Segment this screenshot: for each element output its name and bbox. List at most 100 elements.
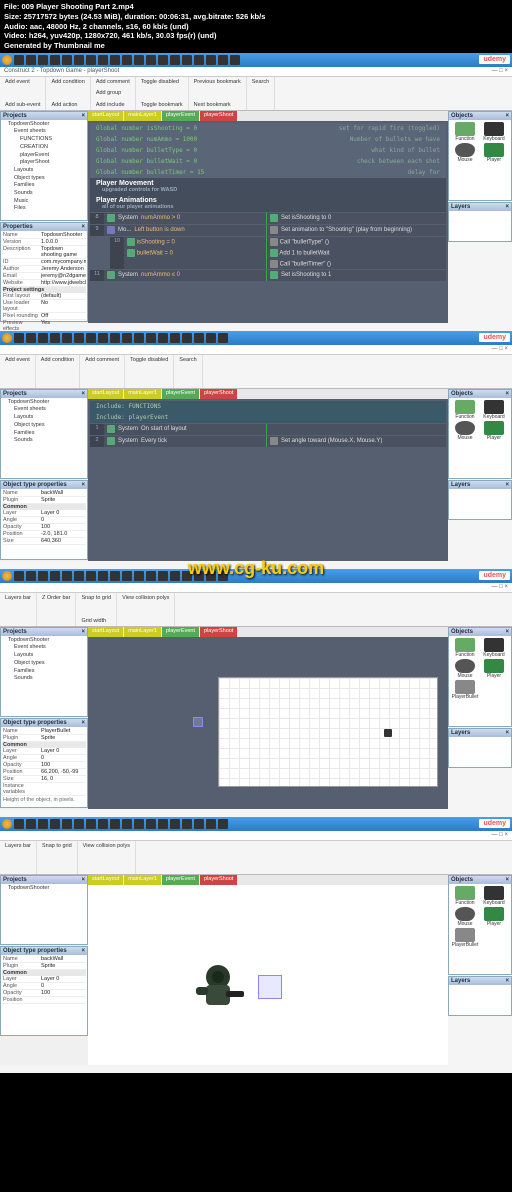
close-icon[interactable]: × <box>505 391 509 397</box>
ribbon-toggle-bookmark[interactable]: Toggle bookmark <box>139 101 185 109</box>
player-sprite[interactable] <box>384 729 392 737</box>
taskbar-app-icon[interactable] <box>158 333 168 343</box>
ribbon-search[interactable]: Search <box>250 78 271 86</box>
layout-canvas[interactable] <box>88 637 448 797</box>
taskbar-app-icon[interactable] <box>170 333 180 343</box>
close-icon[interactable]: × <box>81 482 85 488</box>
selected-sprite[interactable] <box>258 975 282 999</box>
obj-function[interactable]: Function <box>451 122 479 142</box>
close-icon[interactable]: × <box>505 730 509 736</box>
project-tree[interactable]: TopdownShooter Event sheets Layouts Obje… <box>1 636 87 684</box>
close-icon[interactable]: × <box>505 629 509 635</box>
taskbar-app-icon[interactable] <box>14 333 24 343</box>
taskbar-app-icon[interactable] <box>38 55 48 65</box>
ribbon-next-bm[interactable]: Next bookmark <box>192 101 243 109</box>
taskbar-app-icon[interactable] <box>74 55 84 65</box>
close-icon[interactable]: × <box>505 204 509 210</box>
tab-startlayout[interactable]: startLayout <box>88 111 123 121</box>
taskbar-app-icon[interactable] <box>98 55 108 65</box>
taskbar-app-icon[interactable] <box>50 55 60 65</box>
taskbar-app-icon[interactable] <box>26 333 36 343</box>
taskbar-app-icon[interactable] <box>146 55 156 65</box>
close-icon[interactable]: × <box>81 720 85 726</box>
taskbar-app-icon[interactable] <box>50 333 60 343</box>
taskbar-app-icon[interactable] <box>230 55 240 65</box>
taskbar-app-icon[interactable] <box>182 333 192 343</box>
close-icon[interactable]: × <box>81 877 85 883</box>
obj-keyboard[interactable]: Keyboard <box>480 122 508 142</box>
window-controls[interactable]: — □ × <box>492 346 508 353</box>
taskbar-app-icon[interactable] <box>14 55 24 65</box>
ribbon-add-include[interactable]: Add include <box>94 101 132 109</box>
window-controls[interactable]: — □ × <box>492 832 508 839</box>
taskbar-app-icon[interactable] <box>194 333 204 343</box>
ribbon-prev-bm[interactable]: Previous bookmark <box>192 78 243 86</box>
ribbon-add-subevent[interactable]: Add sub-event <box>3 101 42 109</box>
project-tree[interactable]: TopdownShooter Event sheets Layouts Obje… <box>1 398 87 446</box>
close-icon[interactable]: × <box>81 113 85 119</box>
taskbar-app-icon[interactable] <box>98 333 108 343</box>
tree-item[interactable]: CREATION <box>2 144 86 152</box>
event-sheet[interactable]: Global number isShooting = 0set for rapi… <box>88 121 448 284</box>
close-icon[interactable]: × <box>81 224 85 230</box>
tab-mainlayer1[interactable]: mainLayer1 <box>124 111 161 121</box>
taskbar-app-icon[interactable] <box>26 55 36 65</box>
taskbar-app-icon[interactable] <box>110 55 120 65</box>
ribbon-add-group[interactable]: Add group <box>94 89 132 97</box>
taskbar-app-icon[interactable] <box>218 55 228 65</box>
taskbar-app-icon[interactable] <box>122 333 132 343</box>
window-controls[interactable]: — □ × <box>492 68 508 75</box>
close-icon[interactable]: × <box>81 629 85 635</box>
taskbar-app-icon[interactable] <box>194 55 204 65</box>
tree-item[interactable]: Families <box>2 182 86 190</box>
start-icon[interactable] <box>2 55 12 65</box>
ribbon-add-condition[interactable]: Add condition <box>49 78 86 86</box>
obj-player[interactable]: Player <box>480 143 508 163</box>
start-icon[interactable] <box>2 333 12 343</box>
player-sprite-large[interactable] <box>188 955 248 1015</box>
taskbar-app-icon[interactable] <box>134 55 144 65</box>
taskbar-app-icon[interactable] <box>86 55 96 65</box>
event-row[interactable]: 10 isShooting = 0 bulletWait = 0 Call "b… <box>110 237 446 269</box>
tree-item[interactable]: playerShoot <box>2 159 86 167</box>
close-icon[interactable]: × <box>505 877 509 883</box>
tree-item[interactable]: Music <box>2 198 86 206</box>
objects-grid[interactable]: Function Keyboard Mouse Player <box>449 120 511 165</box>
event-row[interactable]: 1 SystemOn start of layout <box>90 424 446 435</box>
taskbar-app-icon[interactable] <box>38 333 48 343</box>
close-icon[interactable]: × <box>505 482 509 488</box>
ribbon-add-action[interactable]: Add action <box>49 101 86 109</box>
taskbar-app-icon[interactable] <box>182 55 192 65</box>
taskbar-app-icon[interactable] <box>62 333 72 343</box>
taskbar-app-icon[interactable] <box>218 333 228 343</box>
start-icon[interactable] <box>2 571 12 581</box>
taskbar-app-icon[interactable] <box>110 333 120 343</box>
project-tree[interactable]: TopdownShooter Event sheets FUNCTIONS CR… <box>1 120 87 214</box>
tree-item[interactable]: Sounds <box>2 190 86 198</box>
tab-playershoot[interactable]: playerShoot <box>200 111 237 121</box>
taskbar-app-icon[interactable] <box>86 333 96 343</box>
ribbon-add-comment[interactable]: Add comment <box>94 78 132 86</box>
event-row[interactable]: 2 SystemEvery tick Set angle toward (Mou… <box>90 436 446 447</box>
close-icon[interactable]: × <box>81 948 85 954</box>
event-row[interactable]: 9 Mo...Left button is down Set animation… <box>90 225 446 236</box>
taskbar-app-icon[interactable] <box>206 55 216 65</box>
tree-item[interactable]: Object types <box>2 175 86 183</box>
layout-canvas[interactable] <box>88 885 448 1065</box>
taskbar-app-icon[interactable] <box>206 333 216 343</box>
taskbar-app-icon[interactable] <box>170 55 180 65</box>
tree-item[interactable]: Layouts <box>2 167 86 175</box>
tree-item[interactable]: Files <box>2 205 86 213</box>
selected-sprite[interactable] <box>193 717 203 727</box>
window-controls[interactable]: — □ × <box>492 584 508 591</box>
tab-playerevent[interactable]: playerEvent <box>162 111 199 121</box>
taskbar-app-icon[interactable] <box>122 55 132 65</box>
tree-item[interactable]: FUNCTIONS <box>2 136 86 144</box>
event-sheet[interactable]: Include: FUNCTIONS Include: playerEvent … <box>88 399 448 529</box>
taskbar-app-icon[interactable] <box>62 55 72 65</box>
project-tree[interactable]: TopdownShooter <box>1 884 87 894</box>
taskbar-app-icon[interactable] <box>146 333 156 343</box>
ribbon-toggle-disabled[interactable]: Toggle disabled <box>139 78 185 86</box>
close-icon[interactable]: × <box>505 978 509 984</box>
event-row[interactable]: 11 SystemnumAmmo ≤ 0 Set isShooting to 1 <box>90 270 446 281</box>
